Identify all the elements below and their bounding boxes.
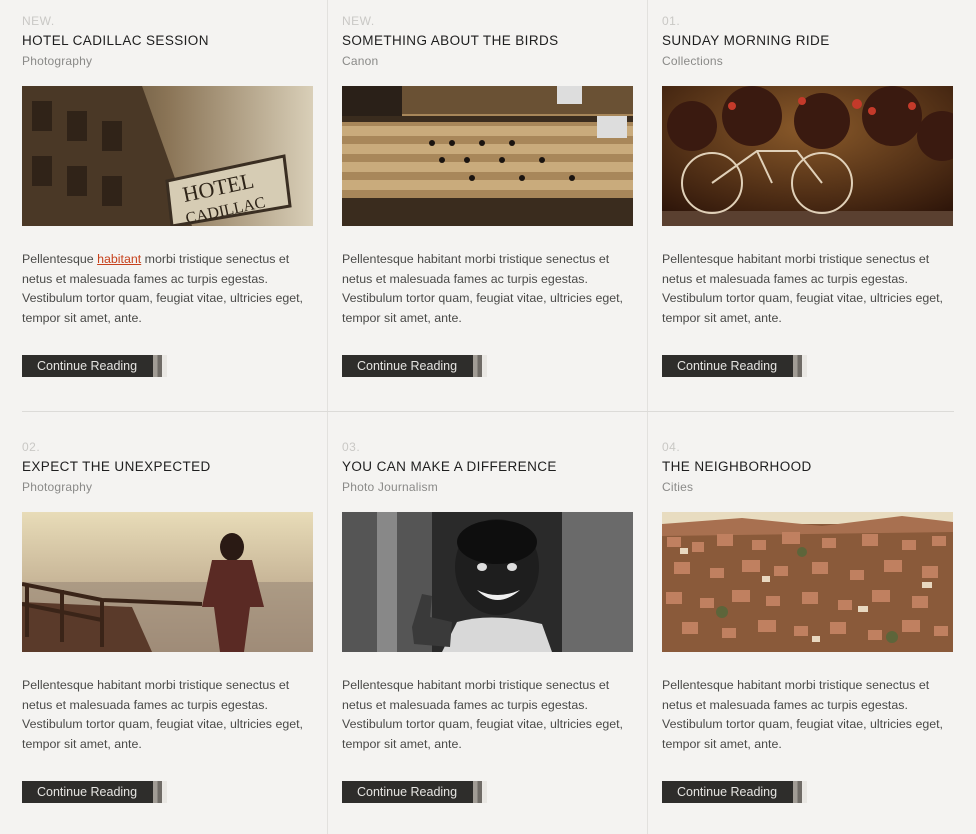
post-excerpt: Pellentesque habitant morbi tristique se… xyxy=(342,678,623,751)
post-image[interactable]: HOTEL CADILLAC xyxy=(22,86,313,226)
post-card: 01. SUNDAY MORNING RIDE Collections Pell… xyxy=(662,13,954,377)
row-divider xyxy=(22,411,954,412)
post-card: NEW. SOMETHING ABOUT THE BIRDS Canon Pel… xyxy=(342,13,634,377)
post-image[interactable] xyxy=(342,86,633,226)
continue-reading-button[interactable]: Continue Reading xyxy=(342,355,487,377)
post-number: 01. xyxy=(662,14,681,28)
post-title[interactable]: EXPECT THE UNEXPECTED xyxy=(22,459,314,475)
post-category[interactable]: Cities xyxy=(662,480,954,494)
post-excerpt: Pellentesque habitant morbi tristique se… xyxy=(342,252,623,325)
post-card: NEW. HOTEL CADILLAC SESSION Photography … xyxy=(22,13,314,377)
excerpt-text: Pellentesque xyxy=(22,252,98,266)
post-category[interactable]: Photography xyxy=(22,54,314,68)
post-excerpt: Pellentesque habitant morbi tristique se… xyxy=(662,252,943,325)
post-title[interactable]: HOTEL CADILLAC SESSION xyxy=(22,33,314,49)
post-title[interactable]: SUNDAY MORNING RIDE xyxy=(662,33,954,49)
post-excerpt: Pellentesque habitant morbi tristique se… xyxy=(662,678,943,751)
continue-reading-button[interactable]: Continue Reading xyxy=(22,781,167,803)
continue-reading-button[interactable]: Continue Reading xyxy=(662,355,807,377)
post-number: 04. xyxy=(662,440,681,454)
post-number: NEW. xyxy=(22,14,55,28)
column-divider xyxy=(327,0,328,834)
post-title[interactable]: SOMETHING ABOUT THE BIRDS xyxy=(342,33,634,49)
continue-reading-button[interactable]: Continue Reading xyxy=(342,781,487,803)
post-card: 02. EXPECT THE UNEXPECTED Photography Pe… xyxy=(22,439,314,803)
post-title[interactable]: THE NEIGHBORHOOD xyxy=(662,459,954,475)
post-excerpt: Pellentesque habitant morbi tristique se… xyxy=(22,250,314,330)
post-number: NEW. xyxy=(342,14,375,28)
post-excerpt: Pellentesque habitant morbi tristique se… xyxy=(22,678,303,751)
post-image[interactable] xyxy=(22,512,313,652)
posts-grid: NEW. HOTEL CADILLAC SESSION Photography … xyxy=(0,0,976,834)
post-category[interactable]: Collections xyxy=(662,54,954,68)
post-category[interactable]: Photo Journalism xyxy=(342,480,634,494)
post-image[interactable] xyxy=(342,512,633,652)
post-number: 02. xyxy=(22,440,41,454)
post-card: 03. YOU CAN MAKE A DIFFERENCE Photo Jour… xyxy=(342,439,634,803)
post-number: 03. xyxy=(342,440,361,454)
post-title[interactable]: YOU CAN MAKE A DIFFERENCE xyxy=(342,459,634,475)
post-image[interactable] xyxy=(662,86,953,226)
post-category[interactable]: Photography xyxy=(22,480,314,494)
post-category[interactable]: Canon xyxy=(342,54,634,68)
post-image[interactable] xyxy=(662,512,953,652)
continue-reading-button[interactable]: Continue Reading xyxy=(662,781,807,803)
excerpt-link[interactable]: habitant xyxy=(97,252,141,266)
column-divider xyxy=(647,0,648,834)
continue-reading-button[interactable]: Continue Reading xyxy=(22,355,167,377)
post-card: 04. THE NEIGHBORHOOD Cities Pellentesque… xyxy=(662,439,954,803)
